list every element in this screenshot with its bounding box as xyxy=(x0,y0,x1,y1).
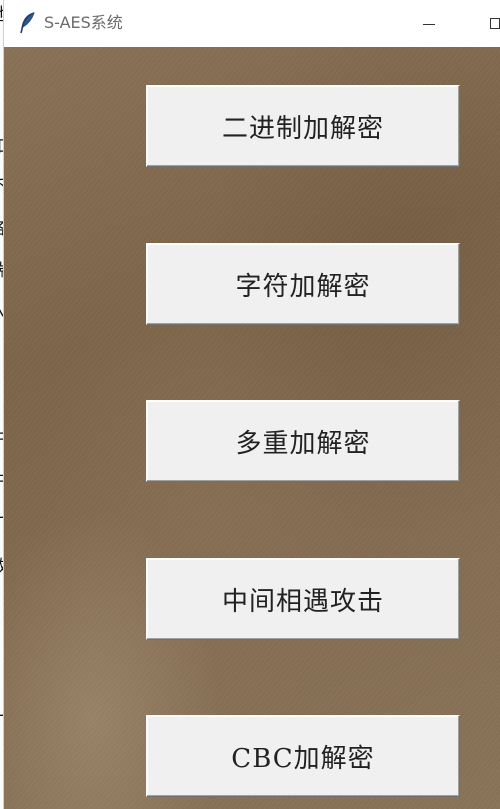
maximize-icon xyxy=(490,18,500,29)
minimize-button[interactable] xyxy=(406,0,452,47)
window-title: S-AES系统 xyxy=(44,13,123,32)
cbc-encrypt-decrypt-button[interactable]: CBC加解密 xyxy=(146,715,460,797)
feather-icon xyxy=(18,12,38,34)
minimize-icon xyxy=(423,24,435,25)
main-background: 二进制加解密 字符加解密 多重加解密 中间相遇攻击 CBC加解密 xyxy=(4,47,500,809)
app-window: S-AES系统 二进制加解密 字符加解密 多重加解密 中间相遇攻击 CBC加解密 xyxy=(4,0,500,809)
char-encrypt-decrypt-button[interactable]: 字符加解密 xyxy=(146,243,460,325)
binary-encrypt-decrypt-button[interactable]: 二进制加解密 xyxy=(146,85,460,167)
meet-in-the-middle-attack-button[interactable]: 中间相遇攻击 xyxy=(146,558,460,640)
title-bar[interactable]: S-AES系统 xyxy=(4,0,500,47)
multiple-encrypt-decrypt-button[interactable]: 多重加解密 xyxy=(146,400,460,482)
maximize-button[interactable] xyxy=(476,0,500,47)
